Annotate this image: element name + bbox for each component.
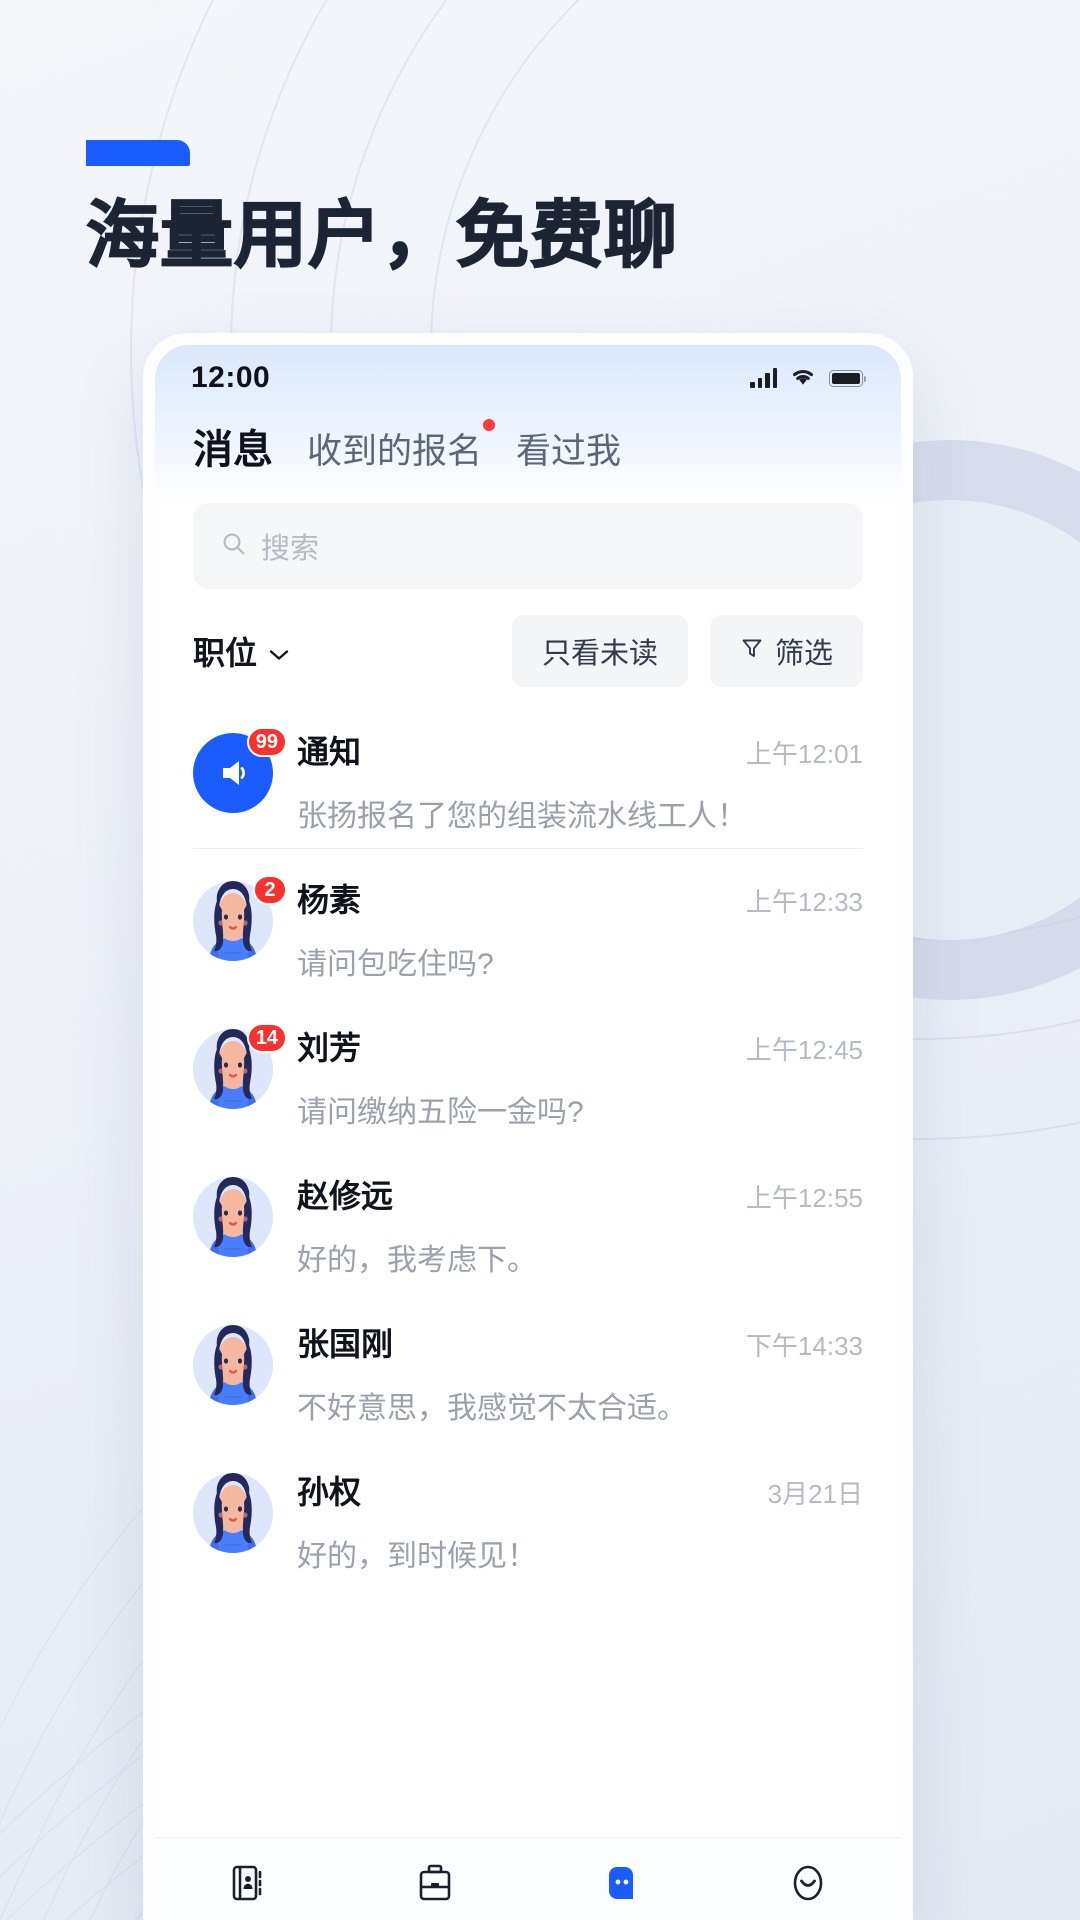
tab-applications-label: 收到的报名 — [307, 432, 483, 471]
status-bar: 12:00 — [155, 345, 901, 411]
nav-messages[interactable] — [528, 1862, 715, 1909]
message-list[interactable]: 99 通知 上午12:01 张扬报名了您的组装流水线工人！ 2 杨素 上午12:… — [155, 711, 901, 1837]
screen-header: 12:00 消息 收到的报名 看过我 — [155, 345, 901, 503]
message-timestamp: 下午14:33 — [745, 1331, 863, 1361]
search-placeholder: 搜索 — [261, 533, 320, 565]
message-sender-name: 刘芳 — [297, 1030, 362, 1066]
message-bubble-icon — [600, 1862, 642, 1909]
message-row[interactable]: 2 杨素 上午12:33 请问包吃住吗? — [193, 849, 863, 997]
avatar-wrap — [193, 1171, 273, 1279]
job-filter-label: 职位 — [193, 635, 258, 671]
woman-avatar — [193, 1325, 273, 1405]
funnel-icon — [740, 635, 764, 668]
notification-dot-icon — [483, 419, 496, 431]
nav-profile[interactable] — [715, 1862, 902, 1909]
promo-headline-block: 海量用户，免费聊 — [85, 140, 678, 277]
filter-row: 职位 只看未读 筛选 — [155, 589, 901, 711]
phone-mockup: 12:00 消息 收到的报名 看过我 搜索 职位 只看未读 筛选 99 通知 上… — [143, 333, 913, 1920]
accent-bar — [86, 140, 190, 166]
signal-bars-icon — [750, 368, 777, 388]
filter-label: 筛选 — [774, 638, 833, 670]
message-timestamp: 上午12:45 — [745, 1035, 863, 1065]
avatar-wrap: 2 — [193, 875, 287, 983]
unread-only-button[interactable]: 只看未读 — [511, 615, 688, 687]
avatar-wrap: 99 — [193, 727, 287, 835]
message-row[interactable]: 赵修远 上午12:55 好的，我考虑下。 — [193, 1145, 863, 1293]
filter-button-group: 只看未读 筛选 — [511, 615, 863, 687]
woman-avatar — [193, 1473, 273, 1553]
message-preview: 张扬报名了您的组装流水线工人！ — [297, 800, 747, 833]
bottom-navigation — [155, 1837, 901, 1920]
message-sender-name: 赵修远 — [297, 1178, 394, 1214]
contact-card-icon — [227, 1862, 269, 1909]
message-preview: 请问包吃住吗? — [297, 948, 494, 981]
search-icon — [221, 531, 247, 562]
search-section: 搜索 — [155, 503, 901, 589]
chevron-down-icon — [268, 633, 290, 670]
avatar-wrap — [193, 1319, 273, 1427]
unread-badge: 2 — [253, 875, 287, 905]
status-clock: 12:00 — [191, 361, 271, 394]
battery-icon — [829, 369, 866, 387]
message-sender-name: 孙权 — [297, 1474, 362, 1510]
tab-messages-label: 消息 — [193, 428, 273, 472]
filter-button[interactable]: 筛选 — [709, 615, 863, 687]
message-row[interactable]: 孙权 3月21日 好的，到时候见！ — [193, 1441, 863, 1589]
message-timestamp: 上午12:01 — [745, 739, 863, 769]
wifi-icon — [790, 366, 816, 391]
unread-badge: 14 — [246, 1023, 287, 1053]
message-sender-name: 张国刚 — [297, 1326, 394, 1362]
status-icon-group — [750, 366, 866, 391]
tab-viewed-me-label: 看过我 — [516, 432, 622, 471]
tab-viewed-me[interactable]: 看过我 — [516, 423, 621, 474]
message-preview: 好的，我考虑下。 — [297, 1244, 537, 1277]
tab-bar: 消息 收到的报名 看过我 — [155, 411, 901, 497]
nav-jobs[interactable] — [342, 1862, 529, 1909]
briefcase-icon — [414, 1862, 456, 1909]
page-title: 海量用户，免费聊 — [85, 194, 678, 276]
smiley-face-icon — [787, 1862, 829, 1909]
tab-applications[interactable]: 收到的报名 — [307, 419, 496, 474]
unread-badge: 99 — [246, 727, 287, 757]
message-sender-name: 通知 — [297, 734, 362, 770]
woman-avatar — [193, 1177, 273, 1257]
message-timestamp: 上午12:33 — [745, 887, 863, 917]
message-timestamp: 上午12:55 — [745, 1183, 863, 1213]
message-preview: 好的，到时候见！ — [297, 1540, 537, 1573]
message-sender-name: 杨素 — [297, 882, 362, 918]
avatar-wrap: 14 — [193, 1023, 287, 1131]
message-row-notice[interactable]: 99 通知 上午12:01 张扬报名了您的组装流水线工人！ — [193, 711, 863, 849]
nav-contacts[interactable] — [155, 1862, 342, 1909]
avatar-wrap — [193, 1467, 273, 1575]
message-preview: 请问缴纳五险一金吗? — [297, 1096, 584, 1129]
message-row[interactable]: 张国刚 下午14:33 不好意思，我感觉不太合适。 — [193, 1293, 863, 1441]
message-preview: 不好意思，我感觉不太合适。 — [297, 1392, 687, 1425]
tab-messages[interactable]: 消息 — [193, 417, 273, 475]
message-row[interactable]: 14 刘芳 上午12:45 请问缴纳五险一金吗? — [193, 997, 863, 1145]
phone-screen: 12:00 消息 收到的报名 看过我 搜索 职位 只看未读 筛选 99 通知 上… — [155, 345, 901, 1920]
search-input[interactable]: 搜索 — [193, 503, 863, 589]
unread-only-label: 只看未读 — [541, 638, 658, 670]
message-timestamp: 3月21日 — [767, 1479, 863, 1509]
job-filter-dropdown[interactable]: 职位 — [193, 628, 290, 674]
